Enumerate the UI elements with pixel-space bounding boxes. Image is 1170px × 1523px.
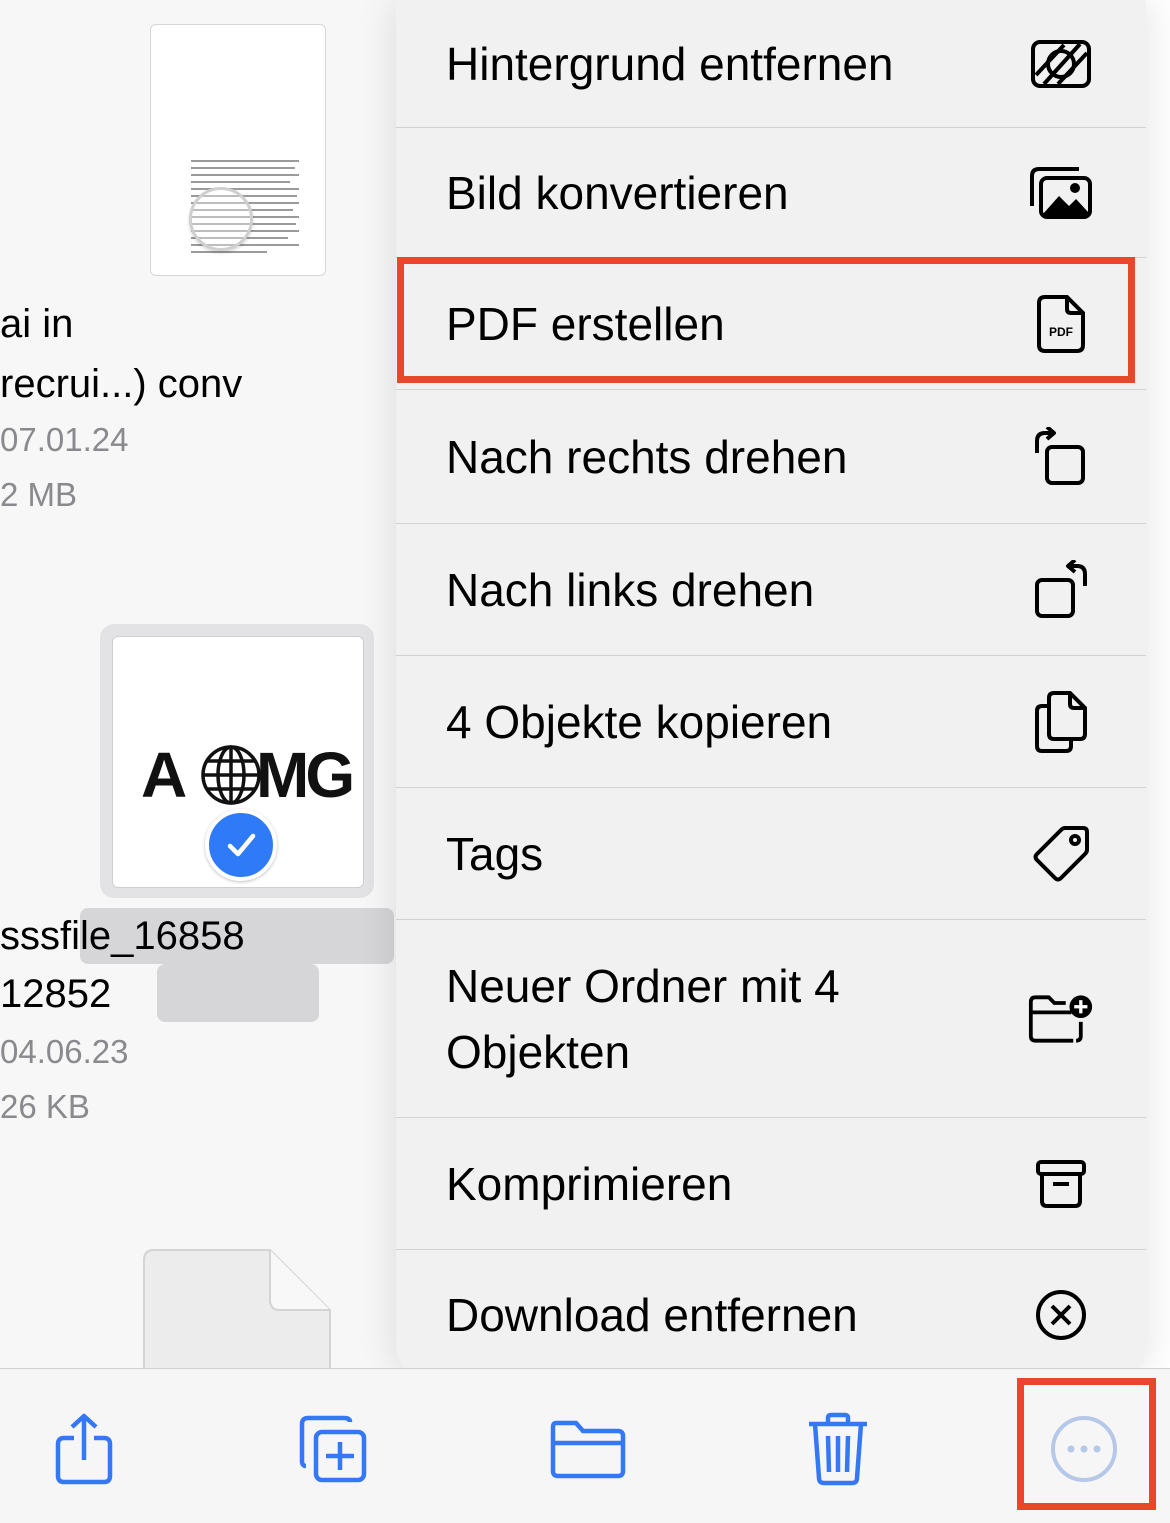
share-button[interactable] (44, 1409, 124, 1489)
rotate-left-icon (1028, 557, 1094, 623)
more-icon (1051, 1416, 1117, 1482)
delete-button[interactable] (798, 1409, 878, 1489)
tag-icon (1028, 821, 1094, 887)
menu-item-label: Download entfernen (446, 1289, 858, 1341)
svg-text:A: A (141, 739, 186, 811)
menu-item-label: Komprimieren (446, 1157, 733, 1210)
menu-item-copy-objects[interactable]: 4 Objekte kopieren (396, 656, 1146, 788)
folder-badge-plus-icon (1028, 986, 1094, 1052)
menu-item-compress[interactable]: Komprimieren (396, 1118, 1146, 1250)
document-thumbnail[interactable] (150, 24, 326, 276)
menu-item-label: Nach rechts drehen (446, 430, 848, 483)
trash-icon (809, 1412, 867, 1486)
magnifier-overlay (189, 187, 253, 251)
remove-background-icon (1028, 31, 1094, 97)
share-icon (55, 1413, 113, 1485)
generic-document-icon[interactable] (142, 1248, 332, 1368)
selection-checkmark-icon (205, 809, 277, 881)
menu-item-label: 4 Objekte kopieren (446, 695, 833, 748)
bottom-toolbar (0, 1368, 1170, 1523)
photos-icon (1028, 160, 1094, 226)
menu-item-label: Hintergrund entfernen (446, 37, 894, 90)
svg-text:PDF: PDF (1049, 325, 1073, 339)
image-thumbnail: A MG (112, 636, 364, 888)
xmark-circle-icon (1028, 1282, 1094, 1348)
context-menu: Hintergrund entfernen Bild konvertieren … (396, 0, 1146, 1380)
menu-item-create-pdf[interactable]: PDF erstellen PDF (396, 258, 1146, 390)
more-button[interactable] (1044, 1409, 1124, 1489)
menu-item-label: Bild konvertieren (446, 166, 789, 219)
menu-item-rotate-left[interactable]: Nach links drehen (396, 524, 1146, 656)
menu-item-label: Tags (446, 827, 544, 880)
folder-icon (550, 1420, 626, 1479)
move-to-folder-button[interactable] (548, 1409, 628, 1489)
menu-item-remove-download[interactable]: Download entfernen (396, 1250, 1146, 1380)
menu-item-label: Nach links drehen (446, 563, 815, 616)
menu-item-label: PDF erstellen (446, 297, 725, 350)
rotate-right-icon (1028, 424, 1094, 490)
menu-item-convert-image[interactable]: Bild konvertieren (396, 128, 1146, 258)
archive-box-icon (1028, 1151, 1094, 1217)
pdf-document-icon: PDF (1028, 291, 1094, 357)
selected-thumbnail[interactable]: A MG (100, 624, 374, 898)
menu-item-remove-background[interactable]: Hintergrund entfernen (396, 0, 1146, 128)
menu-item-new-folder-with-objects[interactable]: Neuer Ordner mit 4 Objekten (396, 920, 1146, 1118)
duplicate-button[interactable] (293, 1409, 373, 1489)
duplicate-icon (299, 1415, 367, 1483)
menu-item-rotate-right[interactable]: Nach rechts drehen (396, 390, 1146, 524)
copy-documents-icon (1028, 689, 1094, 755)
menu-item-label: Neuer Ordner mit 4 Objekten (446, 959, 840, 1078)
menu-item-tags[interactable]: Tags (396, 788, 1146, 920)
svg-text:MG: MG (256, 739, 351, 811)
